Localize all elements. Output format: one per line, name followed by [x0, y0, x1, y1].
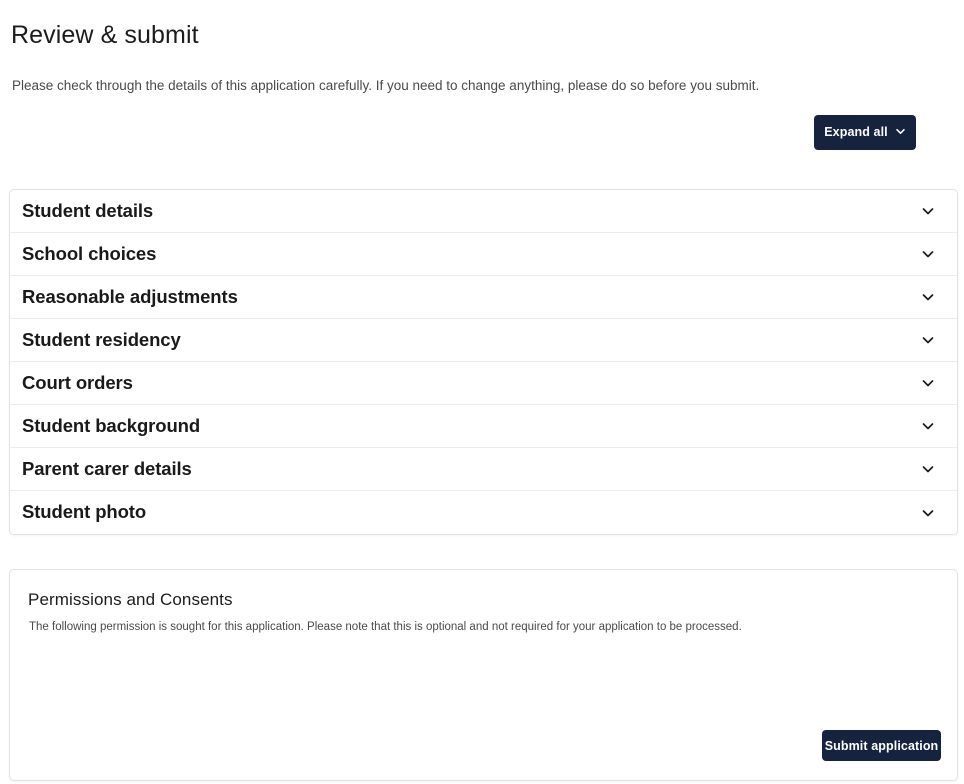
accordion-section-student-photo[interactable]: Student photo	[10, 491, 957, 534]
submit-application-button[interactable]: Submit application	[822, 730, 941, 761]
expand-all-button[interactable]: Expand all	[814, 115, 916, 150]
accordion-section-student-residency[interactable]: Student residency	[10, 319, 957, 362]
chevron-down-icon[interactable]	[920, 505, 936, 521]
chevron-down-icon[interactable]	[920, 332, 936, 348]
accordion-section-student-details[interactable]: Student details	[10, 190, 957, 233]
chevron-down-icon[interactable]	[920, 203, 936, 219]
application-sections-accordion: Student details School choices Reasonabl…	[9, 189, 958, 535]
accordion-section-court-orders[interactable]: Court orders	[10, 362, 957, 405]
expand-all-label: Expand all	[824, 125, 888, 140]
accordion-section-label: Reasonable adjustments	[22, 285, 238, 307]
permissions-and-consents-card: Permissions and Consents The following p…	[9, 569, 958, 781]
accordion-section-label: Student background	[22, 414, 201, 436]
accordion-section-parent-carer-details[interactable]: Parent carer details	[10, 448, 957, 491]
accordion-section-reasonable-adjustments[interactable]: Reasonable adjustments	[10, 276, 957, 319]
accordion-section-label: Student residency	[22, 328, 181, 350]
accordion-section-label: Court orders	[22, 371, 133, 393]
accordion-section-school-choices[interactable]: School choices	[10, 233, 957, 276]
page-title: Review & submit	[11, 20, 199, 49]
page-intro-text: Please check through the details of this…	[12, 77, 760, 93]
chevron-down-icon[interactable]	[920, 289, 936, 305]
chevron-down-icon[interactable]	[920, 461, 936, 477]
accordion-section-label: School choices	[22, 242, 157, 264]
chevron-down-icon	[895, 126, 906, 137]
chevron-down-icon[interactable]	[920, 246, 936, 262]
chevron-down-icon[interactable]	[920, 375, 936, 391]
accordion-section-student-background[interactable]: Student background	[10, 405, 957, 448]
chevron-down-icon[interactable]	[920, 418, 936, 434]
accordion-section-label: Student photo	[22, 501, 147, 523]
permissions-description: The following permission is sought for t…	[29, 621, 742, 633]
review-submit-page: Review & submit Please check through the…	[0, 0, 964, 784]
accordion-section-label: Parent carer details	[22, 457, 192, 479]
accordion-section-label: Student details	[22, 199, 154, 221]
permissions-heading: Permissions and Consents	[28, 590, 233, 609]
